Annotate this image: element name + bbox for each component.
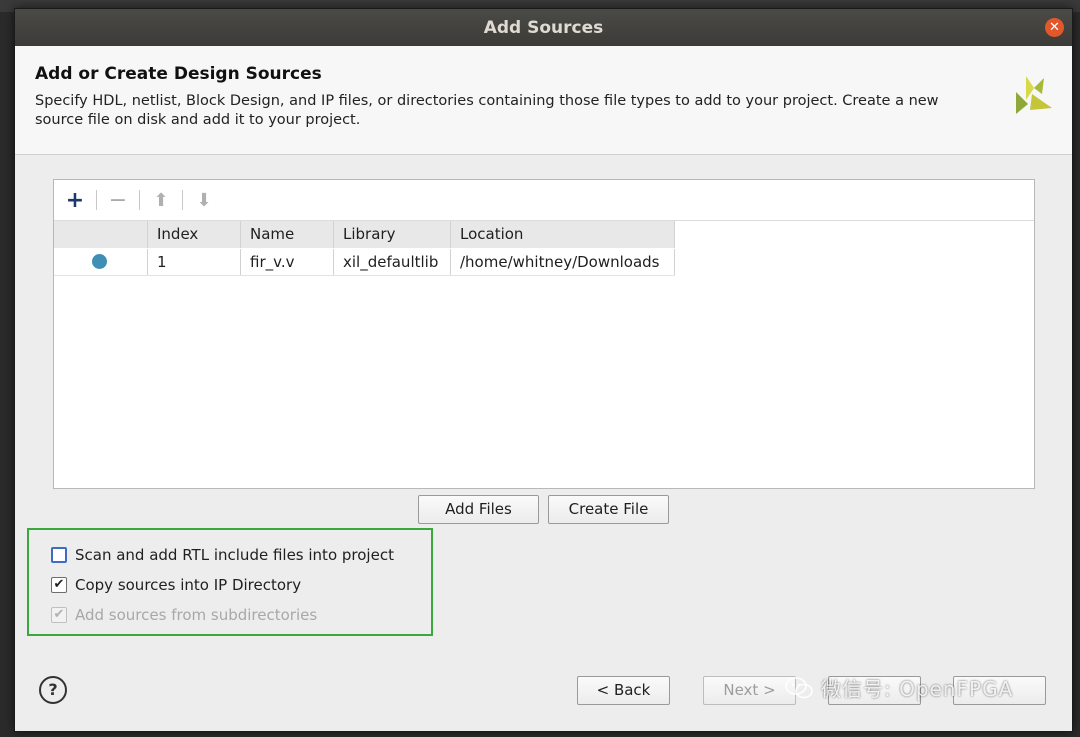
next-button: Next > (703, 676, 796, 705)
remove-icon[interactable]: − (105, 187, 131, 213)
move-down-icon[interactable]: ⬇ (191, 187, 217, 213)
page-description: Specify HDL, netlist, Block Design, and … (35, 93, 939, 128)
scan-rtl-label: Scan and add RTL include files into proj… (75, 546, 394, 564)
wechat-icon (785, 676, 813, 698)
location-cell: /home/whitney/Downloads (451, 249, 675, 275)
xilinx-logo-icon (1016, 76, 1052, 114)
add-files-button[interactable]: Add Files (418, 495, 539, 524)
dialog-header: Add or Create Design Sources Specify HDL… (15, 46, 1072, 155)
watermark-text: 微信号: OpenFPGA (821, 677, 1014, 701)
page-title: Add or Create Design Sources (35, 64, 322, 84)
add-icon[interactable]: + (62, 187, 88, 213)
move-up-icon[interactable]: ⬆ (148, 187, 174, 213)
name-cell: fir_v.v (241, 249, 334, 275)
subdirectories-checkbox: ✔ (51, 607, 67, 623)
column-status[interactable] (54, 221, 148, 248)
copy-sources-option[interactable]: ✔ Copy sources into IP Directory (51, 576, 301, 594)
toolbar-divider (182, 190, 183, 210)
scan-rtl-checkbox[interactable] (51, 547, 67, 563)
title-bar: Add Sources ✕ (15, 9, 1072, 46)
index-cell: 1 (148, 249, 241, 275)
toolbar-divider (139, 190, 140, 210)
options-group: Scan and add RTL include files into proj… (27, 528, 433, 636)
status-dot-icon (92, 254, 107, 269)
column-library[interactable]: Library (334, 221, 451, 248)
table-header: Index Name Library Location (54, 221, 675, 248)
copy-sources-checkbox[interactable]: ✔ (51, 577, 67, 593)
column-name[interactable]: Name (241, 221, 334, 248)
subdirectories-label: Add sources from subdirectories (75, 606, 318, 624)
copy-sources-label: Copy sources into IP Directory (75, 576, 302, 594)
help-icon[interactable]: ? (39, 676, 67, 704)
watermark: 微信号: OpenFPGA (785, 673, 1013, 702)
library-cell: xil_defaultlib (334, 249, 451, 275)
column-index[interactable]: Index (148, 221, 241, 248)
close-icon[interactable]: ✕ (1045, 18, 1064, 37)
create-file-button[interactable]: Create File (548, 495, 669, 524)
toolbar-divider (96, 190, 97, 210)
add-sources-dialog: Add Sources ✕ Add or Create Design Sourc… (14, 8, 1073, 732)
sources-table-panel: + − ⬆ ⬇ Index Name Library Location 1 fi… (53, 179, 1035, 489)
status-cell (54, 249, 148, 275)
scan-rtl-option[interactable]: Scan and add RTL include files into proj… (51, 546, 394, 564)
table-row[interactable]: 1 fir_v.v xil_defaultlib /home/whitney/D… (54, 249, 675, 276)
window-title: Add Sources (483, 17, 604, 38)
back-button[interactable]: < Back (577, 676, 670, 705)
subdirectories-option: ✔ Add sources from subdirectories (51, 606, 317, 624)
table-toolbar: + − ⬆ ⬇ (54, 180, 1034, 221)
column-location[interactable]: Location (451, 221, 675, 248)
